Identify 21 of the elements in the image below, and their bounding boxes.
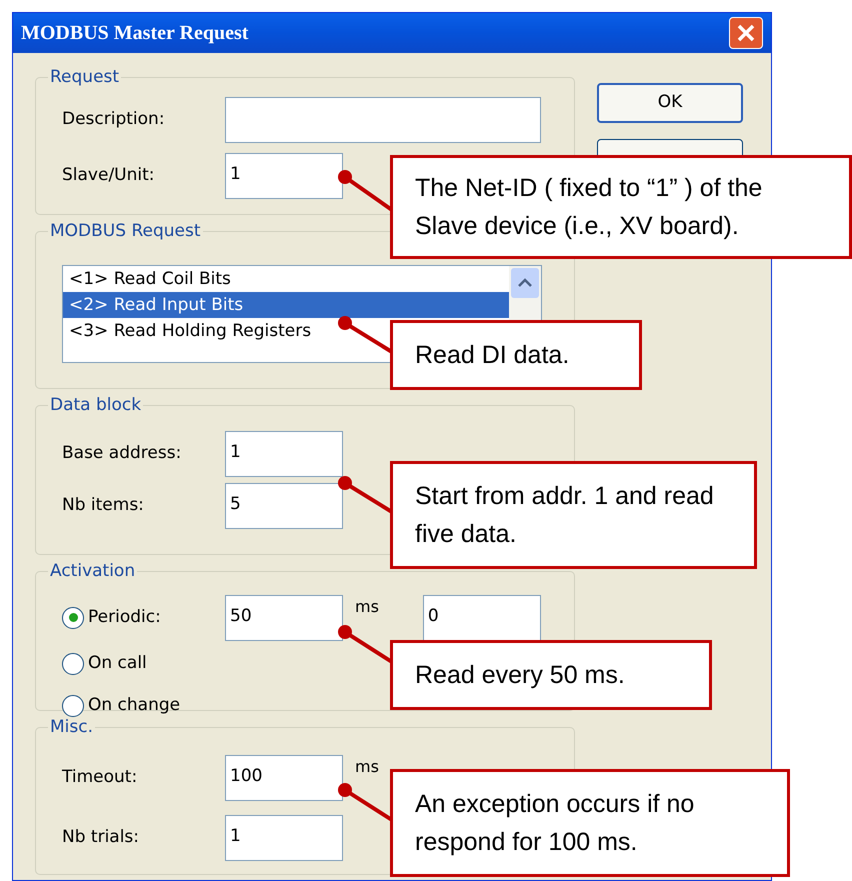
- radio-label: On call: [88, 652, 147, 675]
- field-label: Description:: [62, 108, 166, 131]
- callout-text: The Net-ID ( fixed to “1” ) of the Slave device (i.e., XV board).: [415, 173, 764, 242]
- group-title: Request: [49, 66, 120, 89]
- radio-label: On change: [88, 694, 180, 717]
- radio-label: Periodic:: [88, 606, 161, 629]
- group-title: Data block: [49, 394, 142, 417]
- callout-text: Read every 50 ms.: [415, 660, 625, 691]
- field-label: Nb items:: [62, 494, 145, 517]
- callout-text: Start from addr. 1 and read five data.: [415, 481, 715, 550]
- group-title: Activation: [49, 560, 136, 583]
- unit-label: ms: [355, 596, 379, 618]
- field-label: Base address:: [62, 442, 182, 465]
- field-label: Timeout:: [62, 766, 138, 789]
- callout-text: An exception occurs if no respond for 100 ms.: [415, 789, 696, 858]
- field-label: Slave/Unit:: [62, 164, 156, 187]
- window-title: MODBUS Master Request: [21, 21, 248, 46]
- unit-label: ms: [355, 756, 379, 778]
- group-title: Misc.: [49, 716, 94, 739]
- field-label: Nb trials:: [62, 826, 140, 849]
- group-title: MODBUS Request: [49, 220, 202, 243]
